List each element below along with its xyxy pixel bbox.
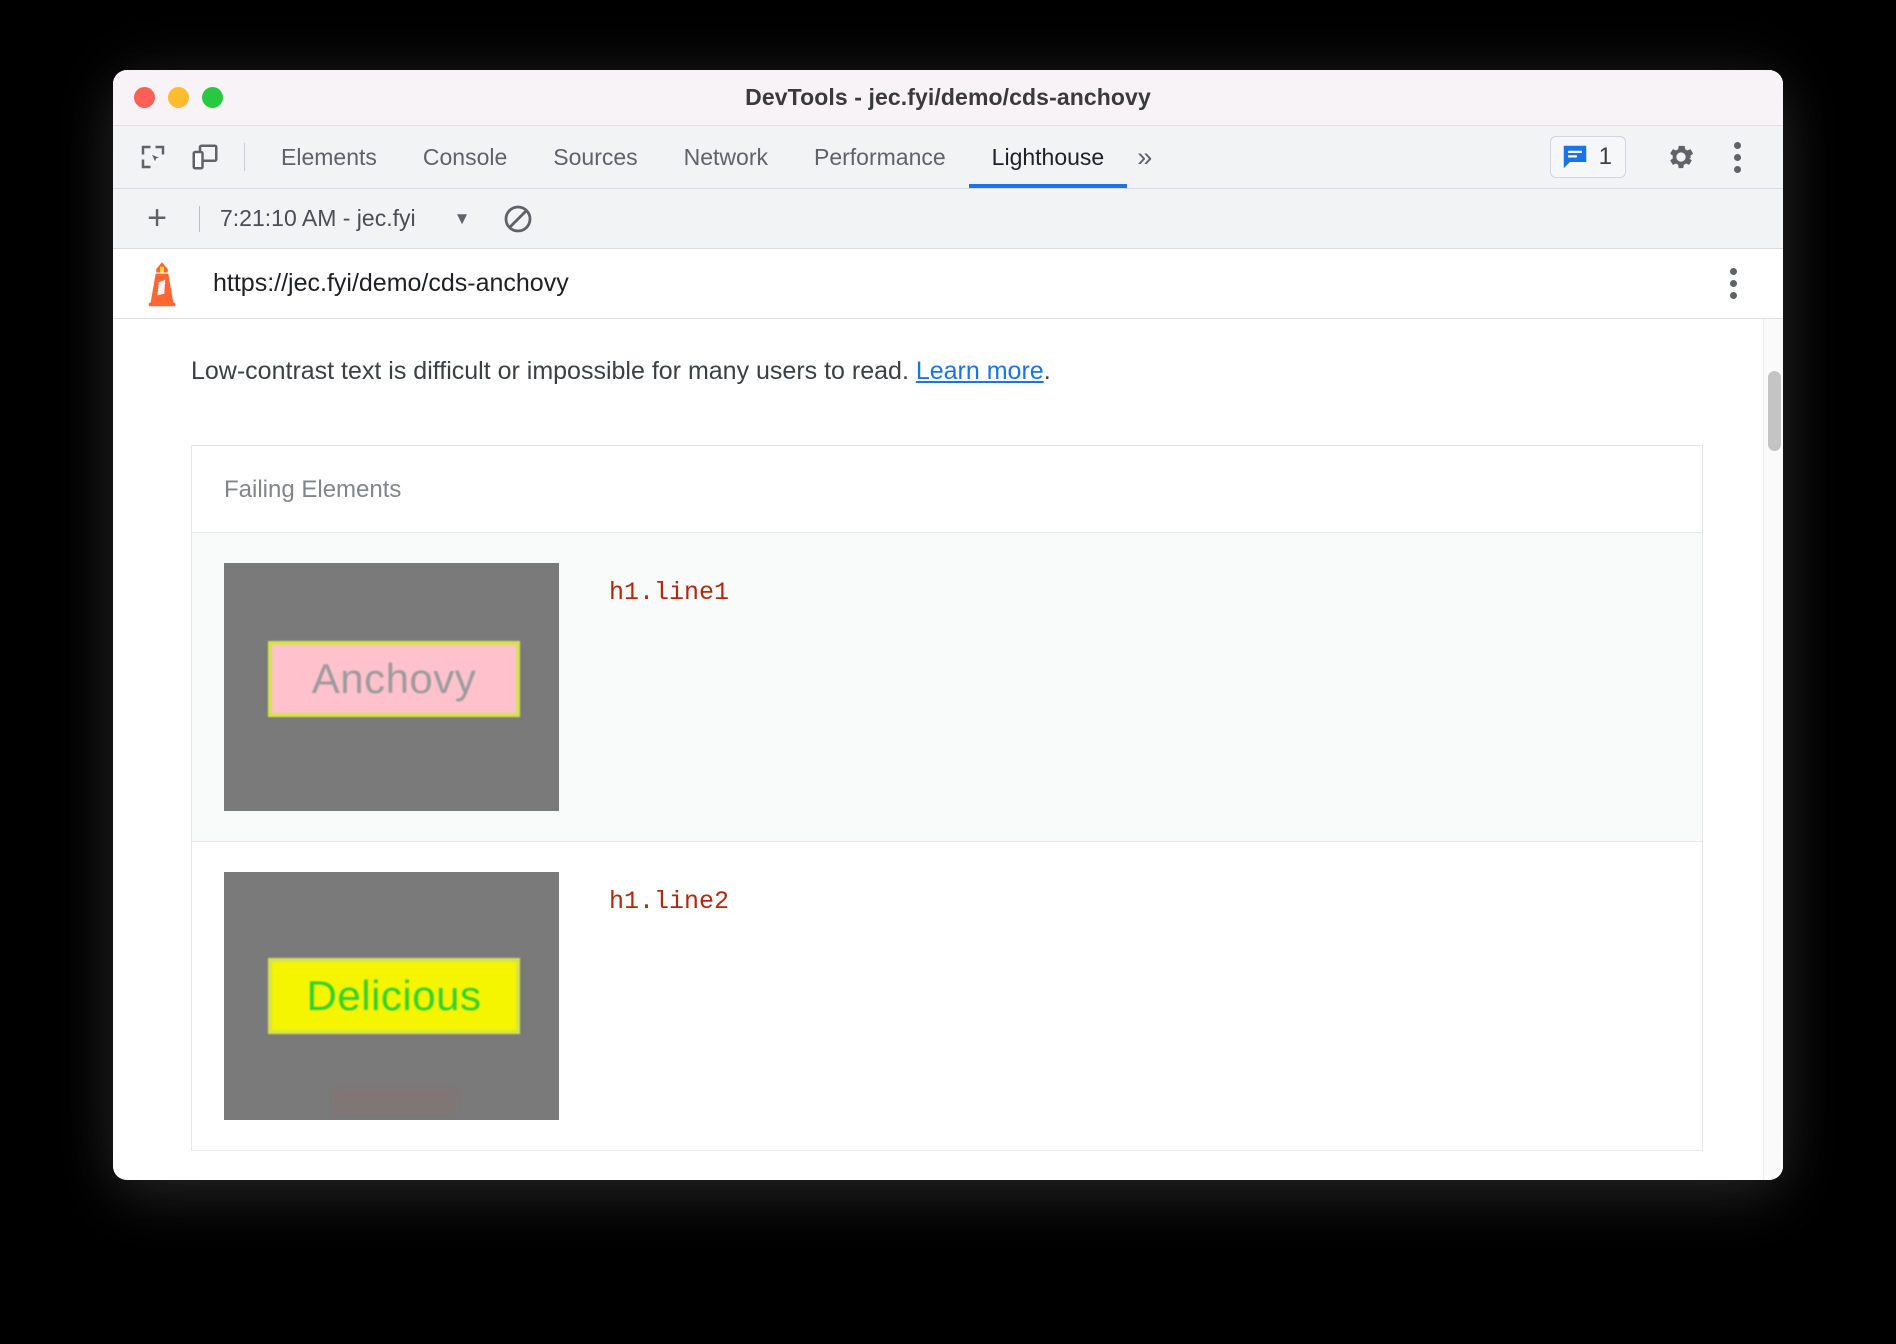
gear-icon[interactable] <box>1653 129 1709 185</box>
report-url-header: https://jec.fyi/demo/cds-anchovy <box>113 249 1783 319</box>
failing-elements-card: Failing Elements Anchovy h1.line1 Delici… <box>191 445 1703 1151</box>
traffic-lights <box>134 87 223 108</box>
tab-label: Performance <box>814 144 946 171</box>
element-selector[interactable]: h1.line1 <box>609 563 729 607</box>
table-row[interactable]: Delicious h1.line2 <box>192 842 1702 1151</box>
minimize-window-button[interactable] <box>168 87 189 108</box>
blurred-element <box>332 1088 458 1114</box>
highlighted-element: Anchovy <box>268 641 520 717</box>
lighthouse-toolbar: + 7:21:10 AM - jec.fyi ▼ <box>113 189 1783 249</box>
tabstrip-right-tools: 1 <box>1550 126 1783 188</box>
new-audit-button[interactable]: + <box>135 197 179 241</box>
element-selector[interactable]: h1.line2 <box>609 872 729 916</box>
devtools-window: DevTools - jec.fyi/demo/cds-anchovy <box>113 70 1783 1180</box>
failing-elements-title: Failing Elements <box>192 446 1702 533</box>
tab-elements[interactable]: Elements <box>258 126 400 188</box>
kebab-menu-icon[interactable] <box>1709 129 1765 185</box>
inspect-element-icon[interactable] <box>127 126 179 188</box>
screen: DevTools - jec.fyi/demo/cds-anchovy <box>0 0 1896 1344</box>
window-title: DevTools - jec.fyi/demo/cds-anchovy <box>113 84 1783 111</box>
message-count-label: 1 <box>1599 143 1612 171</box>
tab-performance[interactable]: Performance <box>791 126 969 188</box>
element-screenshot: Delicious <box>224 872 559 1120</box>
close-window-button[interactable] <box>134 87 155 108</box>
lighthouse-icon <box>139 261 185 307</box>
tab-label: Network <box>684 144 768 171</box>
tab-label: Console <box>423 144 507 171</box>
table-row[interactable]: Anchovy h1.line1 <box>192 533 1702 842</box>
device-toolbar-icon[interactable] <box>179 126 231 188</box>
report-url: https://jec.fyi/demo/cds-anchovy <box>213 269 1711 298</box>
report-select[interactable]: 7:21:10 AM - jec.fyi ▼ <box>220 205 470 232</box>
learn-more-link[interactable]: Learn more <box>916 357 1044 385</box>
audit-description-text: Low-contrast text is difficult or imposs… <box>191 357 916 385</box>
more-tabs-icon[interactable]: » <box>1127 126 1166 188</box>
lighthouse-toolbar-divider <box>199 206 200 232</box>
audit-description-suffix: . <box>1044 357 1051 385</box>
message-icon <box>1560 142 1590 172</box>
report-body: Low-contrast text is difficult or imposs… <box>113 319 1783 1180</box>
chevron-down-icon: ▼ <box>454 209 471 229</box>
tab-network[interactable]: Network <box>661 126 791 188</box>
highlighted-element: Delicious <box>268 958 520 1034</box>
audit-details: Low-contrast text is difficult or imposs… <box>113 319 1763 1180</box>
audit-description: Low-contrast text is difficult or imposs… <box>113 319 1763 389</box>
tab-sources[interactable]: Sources <box>530 126 660 188</box>
report-menu-icon[interactable] <box>1711 259 1755 309</box>
report-select-value: 7:21:10 AM - jec.fyi <box>220 205 416 232</box>
tab-label: Lighthouse <box>992 144 1105 171</box>
devtools-tabstrip: Elements Console Sources Network Perform… <box>113 126 1783 189</box>
tab-label: Elements <box>281 144 377 171</box>
scrollbar-thumb[interactable] <box>1768 371 1781 451</box>
clear-all-icon[interactable] <box>492 193 544 245</box>
element-screenshot: Anchovy <box>224 563 559 811</box>
tab-console[interactable]: Console <box>400 126 530 188</box>
tab-lighthouse[interactable]: Lighthouse <box>969 126 1128 188</box>
kebab-dots <box>1715 132 1759 182</box>
tab-label: Sources <box>553 144 637 171</box>
zoom-window-button[interactable] <box>202 87 223 108</box>
message-count-button[interactable]: 1 <box>1550 136 1626 178</box>
toolbar-divider <box>244 143 245 171</box>
panel-tabs: Elements Console Sources Network Perform… <box>258 126 1550 188</box>
vertical-scrollbar[interactable] <box>1763 319 1783 1180</box>
window-titlebar: DevTools - jec.fyi/demo/cds-anchovy <box>113 70 1783 126</box>
